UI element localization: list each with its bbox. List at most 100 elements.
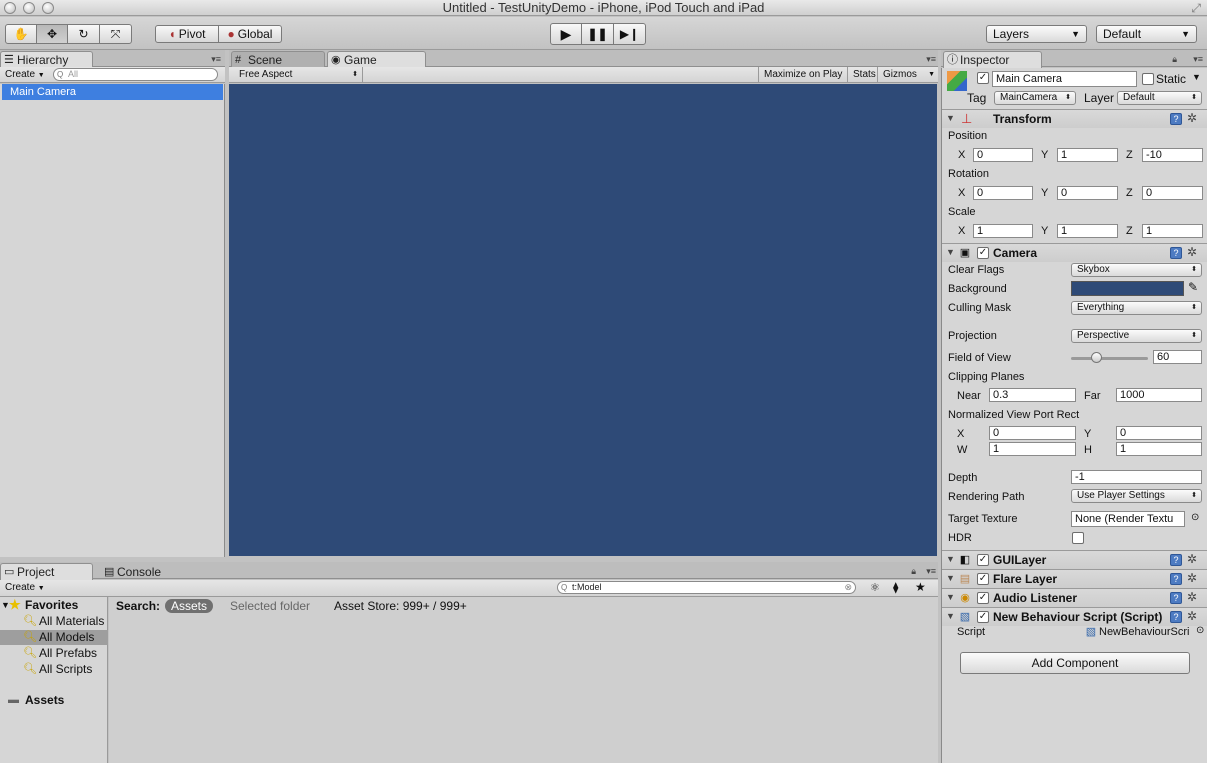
panel-menu-icon[interactable]: ▾≡: [211, 54, 221, 65]
audio-listener-enabled-checkbox[interactable]: ✓: [977, 592, 989, 604]
gameobject-active-checkbox[interactable]: ✓: [977, 72, 989, 84]
stats-toggle[interactable]: Stats: [847, 67, 881, 82]
help-icon[interactable]: ?: [1170, 247, 1182, 259]
add-component-button[interactable]: Add Component: [960, 652, 1190, 674]
foldout-arrow-icon[interactable]: ▼: [946, 113, 955, 123]
help-icon[interactable]: ?: [1170, 611, 1182, 623]
target-texture-field[interactable]: None (Render Textu: [1071, 511, 1185, 527]
rotation-z-field[interactable]: 0: [1142, 186, 1203, 200]
game-view[interactable]: [229, 84, 937, 556]
static-checkbox[interactable]: [1142, 73, 1154, 85]
camera-enabled-checkbox[interactable]: ✓: [977, 247, 989, 259]
gear-icon[interactable]: ✲: [1187, 590, 1197, 604]
hierarchy-create-button[interactable]: Create ▼: [5, 69, 45, 80]
panel-menu-icon[interactable]: ▾≡: [926, 54, 936, 65]
scale-y-field[interactable]: 1: [1057, 224, 1118, 238]
favorite-all-materials[interactable]: 🔍︎ All Materials: [0, 614, 108, 629]
tab-hierarchy[interactable]: ☰ Hierarchy: [0, 51, 93, 68]
foldout-arrow-icon[interactable]: ▼: [946, 611, 955, 621]
favorite-all-prefabs[interactable]: 🔍︎ All Prefabs: [0, 646, 108, 661]
guilayer-enabled-checkbox[interactable]: ✓: [977, 554, 989, 566]
lock-icon[interactable]: 🔒︎: [1172, 54, 1177, 65]
viewport-x-field[interactable]: 0: [989, 426, 1076, 440]
audio-listener-header[interactable]: ▼ ◉ ✓ Audio Listener ? ✲: [942, 588, 1207, 607]
gear-icon[interactable]: ✲: [1187, 245, 1197, 259]
culling-mask-dropdown[interactable]: Everything ⬍: [1071, 301, 1202, 315]
camera-header[interactable]: ▼ ▣ ✓ Camera ? ✲: [942, 243, 1207, 262]
viewport-y-field[interactable]: 0: [1116, 426, 1202, 440]
hierarchy-item-main-camera[interactable]: Main Camera: [2, 84, 223, 100]
fullscreen-icon[interactable]: ⤢: [1191, 1, 1201, 16]
favorite-star-icon[interactable]: ★: [915, 580, 926, 594]
hdr-checkbox[interactable]: [1072, 532, 1084, 544]
tab-scene[interactable]: # Scene: [231, 51, 325, 67]
scale-tool-button[interactable]: ⤧: [99, 24, 132, 44]
project-search-input[interactable]: Qt:Model ⊗: [557, 581, 856, 594]
script-header[interactable]: ▼ ▧ ✓ New Behaviour Script (Script) ? ✲: [942, 607, 1207, 626]
fov-slider-thumb[interactable]: [1091, 352, 1103, 363]
panel-menu-icon[interactable]: ▾≡: [1193, 54, 1203, 65]
script-field-value[interactable]: NewBehaviourScri: [1099, 625, 1197, 639]
tab-project[interactable]: ▭ Project: [0, 563, 93, 580]
pivot-toggle[interactable]: ◖ Pivot: [155, 25, 219, 43]
tag-dropdown[interactable]: MainCamera ⬍: [994, 91, 1076, 105]
depth-field[interactable]: -1: [1071, 470, 1202, 484]
background-color-swatch[interactable]: [1071, 281, 1184, 296]
fov-slider-track[interactable]: [1071, 357, 1148, 360]
layout-dropdown[interactable]: Default ▼: [1096, 25, 1197, 43]
script-enabled-checkbox[interactable]: ✓: [977, 611, 989, 623]
search-scope-selected-folder[interactable]: Selected folder: [230, 599, 310, 613]
rotation-y-field[interactable]: 0: [1057, 186, 1118, 200]
flare-layer-header[interactable]: ▼ ▤ ✓ Flare Layer ? ✲: [942, 569, 1207, 588]
help-icon[interactable]: ?: [1170, 113, 1182, 125]
aspect-dropdown[interactable]: Free Aspect ⬍: [233, 67, 363, 82]
gizmos-dropdown[interactable]: Gizmos ▼: [877, 67, 938, 82]
guilayer-header[interactable]: ▼ ◧ ✓ GUILayer ? ✲: [942, 550, 1207, 569]
foldout-arrow-icon[interactable]: ▼: [946, 247, 955, 257]
projection-dropdown[interactable]: Perspective ⬍: [1071, 329, 1202, 343]
lock-icon[interactable]: 🔒︎: [911, 566, 916, 577]
foldout-arrow-icon[interactable]: ▼: [946, 573, 955, 583]
position-z-field[interactable]: -10: [1142, 148, 1203, 162]
help-icon[interactable]: ?: [1170, 592, 1182, 604]
play-button[interactable]: ▶: [550, 23, 582, 45]
search-scope-assets[interactable]: Assets: [165, 599, 214, 613]
gear-icon[interactable]: ✲: [1187, 552, 1197, 566]
tab-console[interactable]: ▤ Console: [100, 563, 195, 579]
object-picker-icon[interactable]: ⊙: [1191, 512, 1199, 523]
viewport-h-field[interactable]: 1: [1116, 442, 1202, 456]
filter-by-type-icon[interactable]: ⚛: [870, 581, 880, 594]
rendering-path-dropdown[interactable]: Use Player Settings ⬍: [1071, 489, 1202, 503]
gear-icon[interactable]: ✲: [1187, 111, 1197, 125]
far-field[interactable]: 1000: [1116, 388, 1202, 402]
favorites-folder[interactable]: ▼ ★ Favorites: [0, 597, 108, 613]
near-field[interactable]: 0.3: [989, 388, 1076, 402]
global-toggle[interactable]: ● Global: [218, 25, 282, 43]
assets-folder[interactable]: ▬ Assets: [0, 693, 108, 708]
filter-by-label-icon[interactable]: ⧫: [893, 581, 898, 594]
viewport-w-field[interactable]: 1: [989, 442, 1076, 456]
move-tool-button[interactable]: ✥: [36, 24, 68, 44]
position-x-field[interactable]: 0: [973, 148, 1033, 162]
foldout-arrow-icon[interactable]: ▼: [946, 592, 955, 602]
panel-menu-icon[interactable]: ▾≡: [926, 566, 936, 577]
scale-z-field[interactable]: 1: [1142, 224, 1203, 238]
help-icon[interactable]: ?: [1170, 554, 1182, 566]
hand-tool-button[interactable]: ✋: [5, 24, 37, 44]
clear-search-icon[interactable]: ⊗: [844, 582, 852, 593]
gameobject-name-field[interactable]: Main Camera: [992, 71, 1137, 87]
static-dropdown-icon[interactable]: ▼: [1192, 72, 1201, 82]
asset-store-results[interactable]: Asset Store: 999+ / 999+: [334, 599, 467, 613]
tab-game[interactable]: ◉ Game: [327, 51, 426, 68]
pause-button[interactable]: ❚❚: [581, 23, 614, 45]
maximize-on-play-toggle[interactable]: Maximize on Play: [758, 67, 847, 82]
position-y-field[interactable]: 1: [1057, 148, 1118, 162]
step-button[interactable]: ▶❙: [613, 23, 646, 45]
hierarchy-search-input[interactable]: Q All: [53, 68, 218, 81]
object-picker-icon[interactable]: ⊙: [1196, 625, 1204, 636]
tab-inspector[interactable]: ⓘ Inspector: [943, 51, 1042, 68]
scale-x-field[interactable]: 1: [973, 224, 1033, 238]
transform-header[interactable]: ▼ ⊥ Transform ? ✲: [942, 109, 1207, 128]
layers-dropdown[interactable]: Layers ▼: [986, 25, 1087, 43]
gear-icon[interactable]: ✲: [1187, 571, 1197, 585]
